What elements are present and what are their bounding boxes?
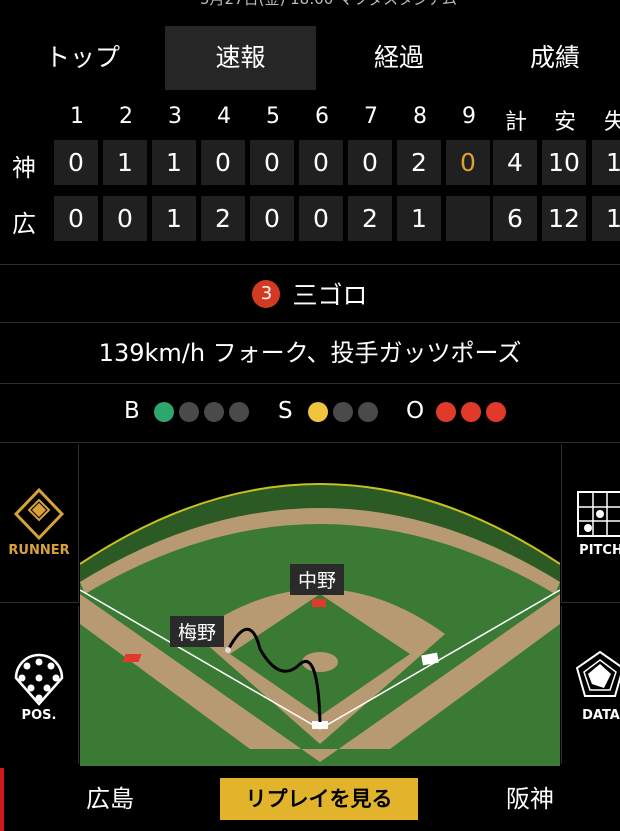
team-name-home: 広: [12, 210, 36, 238]
tab-top[interactable]: トップ: [0, 26, 165, 90]
inning-header: 2: [119, 104, 133, 129]
runner-diamond-icon: [13, 487, 65, 541]
ball-dot: [154, 402, 174, 422]
runner-tag-second: 中野: [290, 564, 345, 595]
out-dot: [486, 402, 506, 422]
inning-header: 7: [364, 104, 378, 129]
score-cell: 0: [103, 196, 147, 241]
inning-header: 4: [217, 104, 231, 129]
inning-header: 1: [70, 104, 84, 129]
ball-dot: [229, 402, 249, 422]
strike-dot: [358, 402, 378, 422]
hits-cell: 12: [542, 196, 586, 241]
score-cell: 2: [201, 196, 245, 241]
away-team-button[interactable]: 阪神: [420, 768, 620, 831]
play-result: 3 三ゴロ: [0, 266, 620, 322]
bottom-bar: 広島 リプレイを見る 阪神: [0, 768, 620, 831]
errors-cell: 1: [592, 196, 620, 241]
divider: [0, 322, 620, 323]
home-team-button[interactable]: 広島: [0, 768, 220, 831]
inning-header: 6: [315, 104, 329, 129]
tab-live[interactable]: 速報: [165, 26, 316, 90]
strike-dot: [308, 402, 328, 422]
strike-dot: [333, 402, 353, 422]
score-cell: 1: [152, 140, 196, 185]
divider: [0, 264, 620, 265]
hits-header: 安: [553, 110, 576, 135]
scoreboard: 1 2 3 4 5 6 7 8 9 計 安 失 神 0 1 1 0 0 0 0 …: [0, 100, 620, 250]
replay-button[interactable]: リプレイを見る: [220, 778, 418, 820]
inning-header: 9: [462, 104, 476, 129]
score-cell: 0: [54, 140, 98, 185]
field-graphic: [80, 483, 560, 766]
score-cell: 0: [54, 196, 98, 241]
hits-cell: 10: [542, 140, 586, 185]
score-cell: 2: [348, 196, 392, 241]
data-button[interactable]: DATA: [561, 606, 620, 764]
score-cell: 2: [397, 140, 441, 185]
ball-dot: [179, 402, 199, 422]
total-runs-header: 計: [504, 110, 527, 135]
total-runs-cell: 6: [493, 196, 537, 241]
play-result-text: 三ゴロ: [292, 281, 368, 310]
out-label: O: [406, 398, 425, 424]
position-button[interactable]: POS.: [0, 606, 79, 764]
score-cell: 1: [103, 140, 147, 185]
data-label: DATA: [582, 708, 620, 723]
divider: [0, 442, 620, 443]
score-cell: 1: [397, 196, 441, 241]
errors-header: 失: [603, 110, 620, 135]
tab-stats[interactable]: 成績: [480, 26, 620, 90]
ball-dot: [204, 402, 224, 422]
score-cell: 0: [250, 196, 294, 241]
position-label: POS.: [21, 708, 57, 723]
runner-button[interactable]: RUNNER: [0, 444, 79, 603]
runner-tag-first: 梅野: [170, 616, 225, 647]
game-info-text: 5月27日(金) 18:00 マツダスタジアム: [200, 0, 457, 9]
score-cell: 0: [348, 140, 392, 185]
team-name-away: 神: [12, 154, 36, 182]
out-dot: [461, 402, 481, 422]
runner-label: RUNNER: [8, 543, 70, 558]
score-cell: [446, 196, 490, 241]
tab-progress[interactable]: 経過: [320, 26, 478, 90]
score-cell: 1: [152, 196, 196, 241]
inning-header: 5: [266, 104, 280, 129]
header-strip: 5月27日(金) 18:00 マツダスタジアム: [0, 0, 620, 10]
inning-header: 8: [413, 104, 427, 129]
score-cell: 0: [299, 140, 343, 185]
play-description: 139km/h フォーク、投手ガッツポーズ: [98, 339, 522, 367]
score-cell: 0: [299, 196, 343, 241]
pitch-button[interactable]: PITCH: [561, 444, 620, 603]
inning-header: 3: [168, 104, 182, 129]
pitch-label: PITCH: [579, 543, 620, 558]
baseball-field: 中野 梅野: [80, 444, 560, 766]
score-cell: 0: [250, 140, 294, 185]
errors-cell: 1: [592, 140, 620, 185]
score-cell-current: 0: [446, 140, 490, 185]
score-cell: 0: [201, 140, 245, 185]
ball-label: B: [124, 398, 140, 424]
outs-badge: 3: [252, 280, 281, 308]
out-dot: [436, 402, 456, 422]
strike-label: S: [278, 398, 293, 424]
tab-bar: トップ 速報 経過 成績: [0, 26, 620, 90]
total-runs-cell: 4: [493, 140, 537, 185]
